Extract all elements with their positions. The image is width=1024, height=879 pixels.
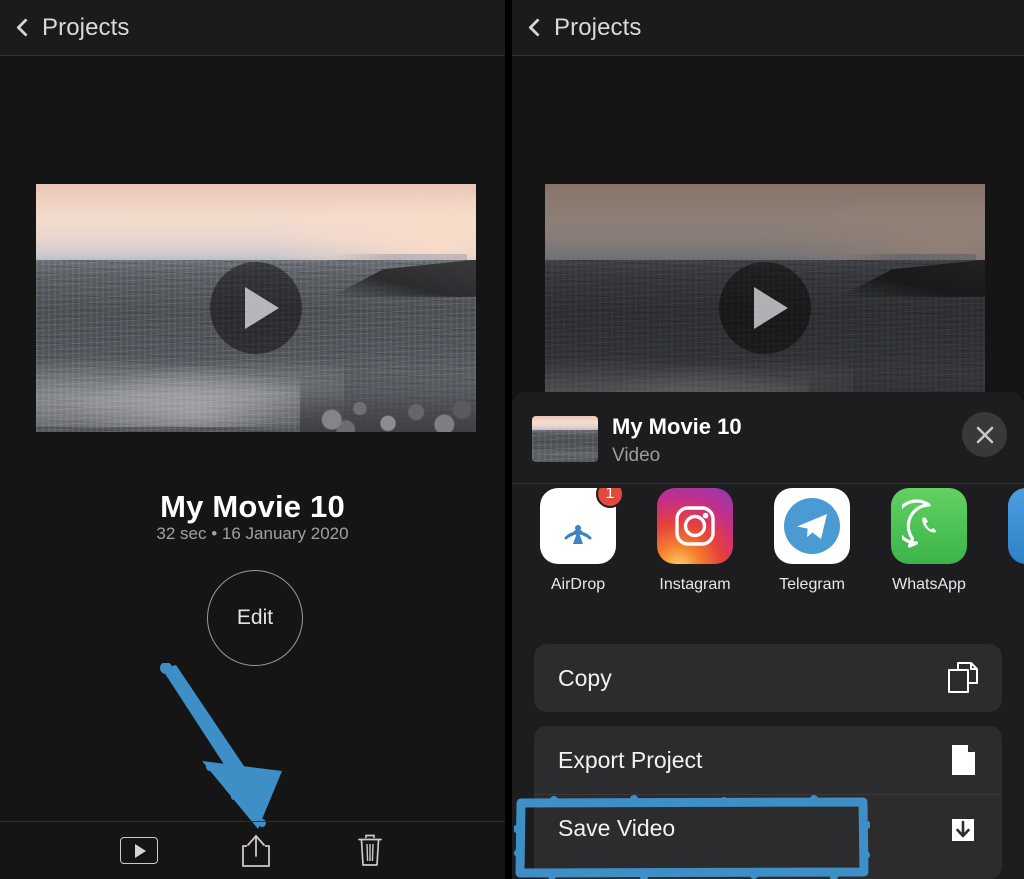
surf-layer [36,343,344,427]
telegram-tile [774,488,850,564]
share-button[interactable] [241,834,271,868]
messenger-icon [1019,499,1024,553]
share-item-subtitle: Video [612,445,660,467]
play-triangle [754,287,788,329]
copy-label: Copy [558,665,612,692]
close-button[interactable] [962,412,1007,457]
panel-divider [505,0,512,879]
delete-button[interactable] [355,834,385,868]
back-label-right: Projects [554,14,642,42]
back-to-projects-button-right[interactable]: Projects [526,14,642,42]
sky-glow-layer [234,184,476,261]
horizon-layer [335,254,467,260]
action-export-project[interactable]: Export Project [534,726,1002,794]
share-item-title: My Movie 10 [612,414,742,440]
back-label: Projects [42,14,130,42]
share-actions: Copy Export Project [512,636,1024,879]
edit-button[interactable]: Edit [207,570,303,666]
play-project-button[interactable] [120,837,158,864]
play-icon-right[interactable] [719,262,811,354]
share-thumbnail-image [532,416,598,462]
screenshot-root: Projects My Movie 10 32 sec • 16 January… [0,0,1024,879]
bottom-toolbar [0,821,505,879]
export-project-label: Export Project [558,747,702,774]
left-navbar: Projects [0,0,505,56]
whatsapp-tile [891,488,967,564]
share-upload-icon [241,834,271,868]
trash-icon [355,834,385,868]
save-video-label: Save Video [558,815,675,842]
action-copy[interactable]: Copy [534,644,1002,712]
share-sheet-header: My Movie 10 Video [512,392,1024,484]
instagram-tile [657,488,733,564]
messenger-tile [1008,488,1024,564]
share-target-instagram[interactable]: Instagram [651,488,739,594]
annotation-arrow [150,663,330,833]
telegram-icon [780,494,844,558]
instagram-label: Instagram [659,576,730,594]
whatsapp-icon [902,499,956,553]
video-preview[interactable] [36,184,476,432]
telegram-label: Telegram [779,576,845,594]
project-metadata: 32 sec • 16 January 2020 [0,524,505,544]
wave-texture-layer [532,430,598,462]
airdrop-label: AirDrop [551,576,605,594]
save-download-icon [946,812,980,846]
right-navbar: Projects [512,0,1024,56]
share-sheet: My Movie 10 Video [512,392,1024,879]
back-to-projects-button[interactable]: Projects [14,14,130,42]
airdrop-icon [552,500,604,552]
share-target-whatsapp[interactable]: WhatsApp [885,488,973,594]
export-save-card: Export Project Save Video [534,726,1002,879]
copy-card: Copy [534,644,1002,712]
sky-layer [532,416,598,430]
left-panel: Projects My Movie 10 32 sec • 16 January… [0,0,505,879]
action-save-video[interactable]: Save Video [534,794,1002,862]
rocks-layer [300,370,476,432]
play-triangle [245,287,279,329]
chevron-left-icon [528,18,546,36]
instagram-icon [669,500,721,552]
share-target-telegram[interactable]: Telegram [768,488,856,594]
share-target-messenger[interactable] [1002,488,1024,576]
page-title: My Movie 10 [0,489,505,525]
share-app-row: 1 AirDrop Instagram [512,488,1024,622]
close-icon [974,424,996,446]
document-icon [946,743,980,777]
edit-button-label: Edit [237,606,273,630]
right-panel: Projects [512,0,1024,879]
whatsapp-label: WhatsApp [892,576,966,594]
airdrop-tile: 1 [540,488,616,564]
share-thumbnail [532,416,598,462]
chevron-left-icon [16,18,34,36]
share-target-airdrop[interactable]: 1 AirDrop [534,488,622,594]
play-in-rectangle-icon [120,837,158,864]
copy-documents-icon [946,661,980,695]
play-icon[interactable] [210,262,302,354]
